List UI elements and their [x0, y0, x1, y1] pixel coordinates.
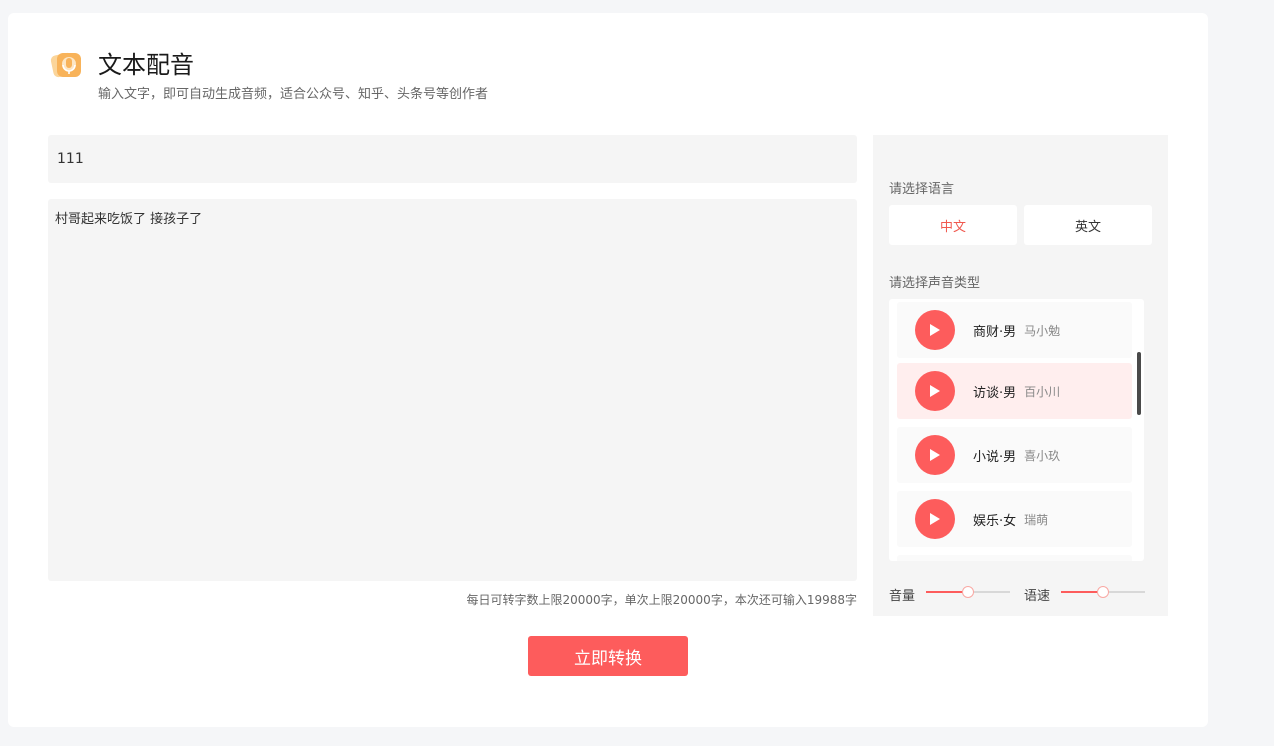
- voice-name: 访谈·男: [973, 385, 1017, 401]
- language-option-chinese[interactable]: 中文: [889, 205, 1017, 245]
- play-icon[interactable]: [915, 371, 955, 411]
- settings-panel: 请选择语言 中文 英文 请选择声音类型 商财·男 马小勉 访谈·男 百小川 小说…: [873, 135, 1168, 616]
- speed-label: 语速: [1024, 589, 1051, 604]
- content-textarea[interactable]: 村哥起来吃饭了 接孩子了: [48, 199, 857, 581]
- volume-label: 音量: [889, 589, 916, 604]
- speed-slider-knob[interactable]: [1097, 586, 1109, 598]
- voice-item[interactable]: 商财·男 马小勉: [897, 302, 1132, 358]
- voice-item-selected[interactable]: 访谈·男 百小川: [897, 363, 1132, 419]
- title-input[interactable]: [48, 135, 857, 183]
- voice-item[interactable]: 小说·男 喜小玖: [897, 427, 1132, 483]
- language-section-label: 请选择语言: [889, 182, 955, 197]
- voice-name: 商财·男: [973, 324, 1017, 340]
- voice-item[interactable]: 娱乐·女 瑞萌: [897, 491, 1132, 547]
- convert-button[interactable]: 立即转换: [528, 636, 688, 676]
- voice-speaker: 瑞萌: [1024, 512, 1049, 527]
- speed-slider[interactable]: [1061, 586, 1145, 598]
- voice-list-scrollbar[interactable]: [1137, 352, 1141, 415]
- voice-speaker: 百小川: [1024, 384, 1061, 399]
- volume-slider[interactable]: [926, 586, 1010, 598]
- voice-speaker: 喜小玖: [1024, 448, 1061, 463]
- page-subtitle: 输入文字，即可自动生成音频，适合公众号、知乎、头条号等创作者: [98, 87, 489, 102]
- page-title: 文本配音: [98, 51, 194, 79]
- play-icon[interactable]: [915, 435, 955, 475]
- volume-slider-knob[interactable]: [962, 586, 974, 598]
- voice-section-label: 请选择声音类型: [889, 276, 981, 291]
- voice-name: 小说·男: [973, 449, 1017, 465]
- play-icon[interactable]: [915, 310, 955, 350]
- main-card: 文本配音 输入文字，即可自动生成音频，适合公众号、知乎、头条号等创作者 村哥起来…: [8, 13, 1208, 727]
- voice-name: 娱乐·女: [973, 513, 1017, 529]
- microphone-logo-icon: [50, 52, 81, 78]
- voice-list[interactable]: 商财·男 马小勉 访谈·男 百小川 小说·男 喜小玖 娱乐·女 瑞萌: [889, 299, 1144, 561]
- play-icon[interactable]: [915, 499, 955, 539]
- voice-speaker: 马小勉: [1024, 323, 1061, 338]
- character-limit-hint: 每日可转字数上限20000字，单次上限20000字，本次还可输入19988字: [466, 593, 857, 607]
- voice-item-partial[interactable]: [897, 555, 1132, 561]
- language-option-english[interactable]: 英文: [1024, 205, 1152, 245]
